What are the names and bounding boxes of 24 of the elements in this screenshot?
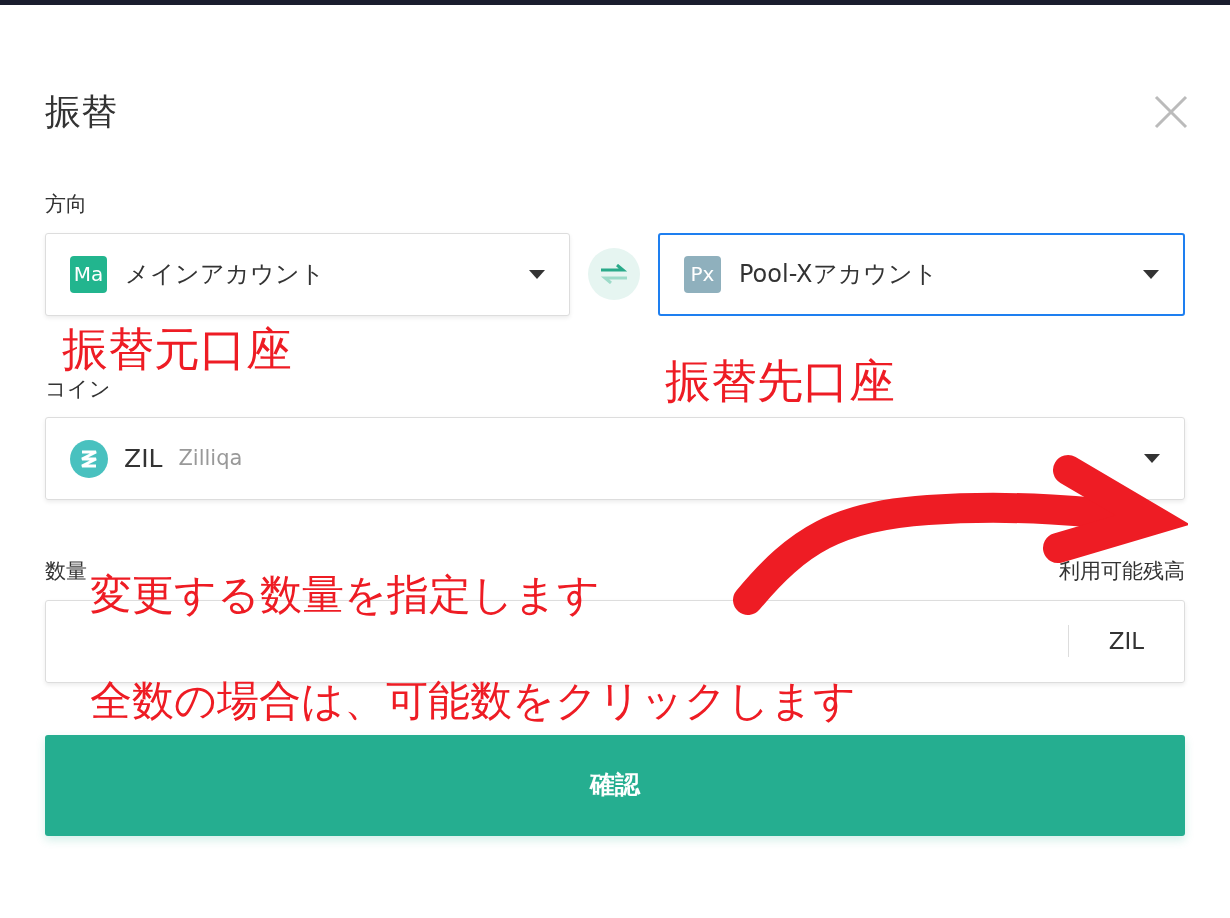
annotation-text: 振替先口座	[665, 358, 895, 404]
swap-icon[interactable]	[588, 248, 640, 300]
annotation-text: 振替元口座	[62, 326, 292, 372]
account-badge: Px	[684, 255, 721, 293]
caret-icon	[529, 269, 545, 279]
account-select[interactable]: Ma メインアカウント	[45, 232, 570, 316]
account-name: Pool-Xアカウント	[739, 259, 939, 290]
field-label: 方向	[45, 191, 88, 218]
coin-logo-icon	[70, 439, 108, 478]
coin-name: Zilliqa	[178, 444, 244, 472]
account-badge: Ma	[70, 255, 107, 293]
unit-label: ZIL	[1107, 626, 1145, 656]
field-label: 数量	[45, 558, 87, 585]
account-name: メインアカウント	[125, 259, 326, 290]
coin-symbol: ZIL	[124, 442, 163, 475]
field-label: コイン	[45, 375, 111, 403]
dialog-title: 振替	[45, 90, 117, 134]
close-icon[interactable]	[1154, 95, 1188, 129]
available-balance-link[interactable]: 利用可能残高	[1059, 556, 1185, 588]
coin-select[interactable]: ZIL Zilliqa	[45, 417, 1185, 500]
caret-icon	[1143, 269, 1159, 279]
caret-icon	[1144, 454, 1160, 463]
annotation-text: 全数の場合は、可能数をクリックします	[90, 680, 856, 722]
account-select[interactable]: Px Pool-Xアカウント	[658, 232, 1185, 316]
